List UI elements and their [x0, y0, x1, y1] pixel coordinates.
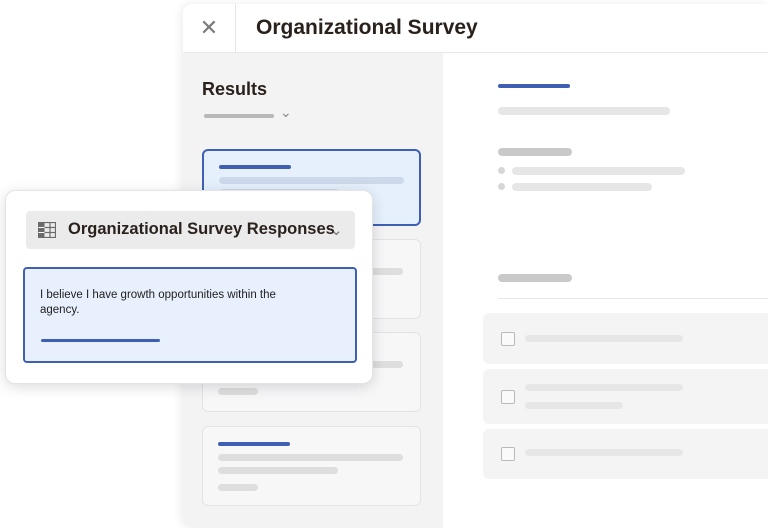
detail-accent-bar	[498, 84, 570, 88]
detail-pane	[443, 53, 768, 528]
survey-selector-dropdown[interactable]: Organizational Survey Responses ⌄	[26, 211, 355, 249]
section-divider	[498, 298, 768, 299]
checkbox[interactable]	[501, 390, 515, 404]
result-card[interactable]	[202, 426, 421, 506]
option-row[interactable]	[483, 313, 768, 364]
detail-subheading	[498, 148, 572, 156]
option-row[interactable]	[483, 369, 768, 424]
bullet-dot	[498, 167, 505, 174]
card-line	[218, 454, 403, 461]
option-row[interactable]	[483, 429, 768, 479]
card-line	[218, 388, 258, 395]
close-button[interactable]: ✕	[183, 4, 236, 52]
card-line	[219, 177, 404, 184]
option-line	[525, 384, 683, 391]
detail-line	[512, 183, 652, 191]
detail-title-line	[498, 107, 670, 115]
card-accent-bar	[218, 442, 290, 446]
card-line	[218, 484, 258, 491]
sort-dropdown[interactable]	[204, 114, 274, 118]
response-accent-bar	[41, 339, 160, 342]
bullet-dot	[498, 183, 505, 190]
response-statement: I believe I have growth opportunities wi…	[40, 289, 276, 316]
responses-popup: Organizational Survey Responses ⌄ I beli…	[5, 190, 373, 384]
window-title: Organizational Survey	[256, 16, 478, 39]
response-card[interactable]: I believe I have growth opportunities wi…	[23, 267, 357, 363]
option-line	[525, 402, 623, 409]
detail-line	[512, 167, 685, 175]
card-accent-bar	[219, 165, 291, 169]
title-bar: ✕ Organizational Survey	[183, 4, 768, 53]
option-line	[525, 335, 683, 342]
results-heading: Results	[202, 79, 268, 99]
selector-label: Organizational Survey Responses	[68, 220, 335, 238]
table-icon	[38, 222, 56, 238]
checkbox[interactable]	[501, 332, 515, 346]
chevron-down-icon[interactable]: ⌄	[330, 221, 343, 239]
checkbox[interactable]	[501, 447, 515, 461]
options-heading	[498, 274, 572, 282]
option-line	[525, 449, 683, 456]
chevron-down-icon[interactable]: ⌄	[280, 105, 292, 121]
card-line	[218, 467, 338, 474]
close-icon[interactable]: ✕	[200, 16, 218, 41]
